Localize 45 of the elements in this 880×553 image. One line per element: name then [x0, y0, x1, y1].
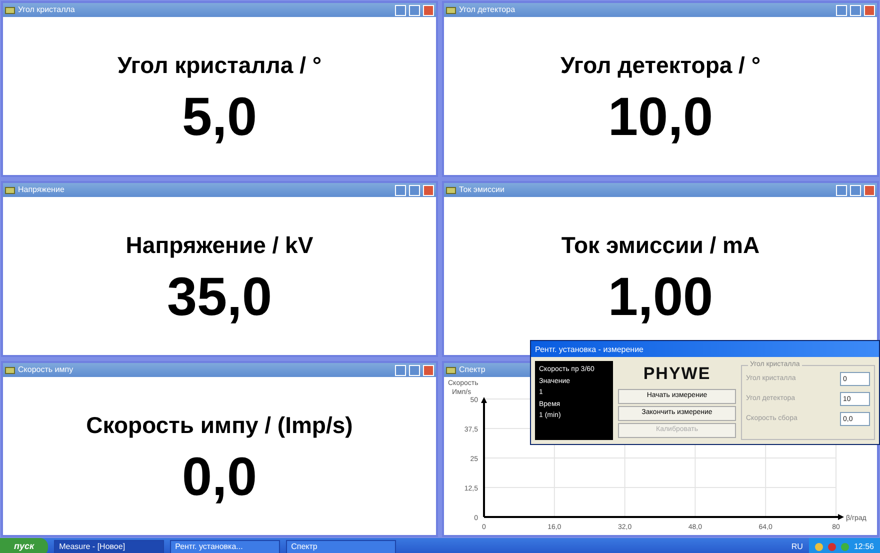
window-title: Напряжение — [18, 184, 64, 196]
close-button[interactable] — [423, 364, 434, 376]
window-title: Угол детектора — [459, 4, 516, 16]
maximize-button[interactable] — [850, 4, 861, 16]
maximize-button[interactable] — [850, 184, 861, 196]
display-heading: Ток эмиссии / mA — [561, 230, 760, 260]
maximize-button[interactable] — [409, 4, 420, 16]
display-value: 5,0 — [182, 90, 258, 144]
taskbar-button[interactable]: Спектр — [286, 540, 396, 553]
dialog-title: Рентг. установка - измерение — [531, 341, 879, 357]
minimize-button[interactable] — [395, 184, 406, 196]
window-icon — [446, 186, 456, 194]
close-button[interactable] — [864, 4, 875, 16]
taskbar-button[interactable]: Рентг. установка... — [170, 540, 280, 553]
close-button[interactable] — [423, 184, 434, 196]
display-value: 10,0 — [608, 90, 714, 144]
minimize-button[interactable] — [836, 184, 847, 196]
minimize-button[interactable] — [395, 4, 406, 16]
minimize-button[interactable] — [836, 4, 847, 16]
display-value: 35,0 — [166, 270, 272, 324]
display-heading: Напряжение / kV — [126, 230, 314, 260]
window-icon — [446, 366, 456, 374]
maximize-button[interactable] — [409, 364, 420, 376]
window-icon — [5, 6, 15, 14]
window-title: Спектр — [459, 364, 486, 376]
window-icon — [5, 186, 15, 194]
minimize-button[interactable] — [395, 364, 406, 376]
language-indicator: RU — [791, 541, 803, 553]
display-value: 1,00 — [608, 270, 714, 324]
logo: PHYWE — [642, 363, 712, 385]
taskbar-button[interactable]: Measure - [Новое] — [54, 540, 164, 553]
window-title: Угол кристалла — [18, 4, 75, 16]
window-icon — [446, 6, 456, 14]
close-button[interactable] — [864, 184, 875, 196]
display-heading: Скорость импу / (Imp/s) — [86, 410, 353, 440]
window-title: Ток эмиссии — [459, 184, 504, 196]
window-title: Скорость импу — [18, 364, 74, 376]
window-icon — [5, 366, 15, 374]
start-button[interactable]: пуск — [0, 538, 48, 553]
close-button[interactable] — [423, 4, 434, 16]
maximize-button[interactable] — [409, 184, 420, 196]
display-heading: Угол детектора / ° — [560, 50, 761, 80]
clock: 12:56 — [854, 541, 874, 553]
display-value: 0,0 — [182, 450, 258, 504]
display-heading: Угол кристалла / ° — [117, 50, 322, 80]
